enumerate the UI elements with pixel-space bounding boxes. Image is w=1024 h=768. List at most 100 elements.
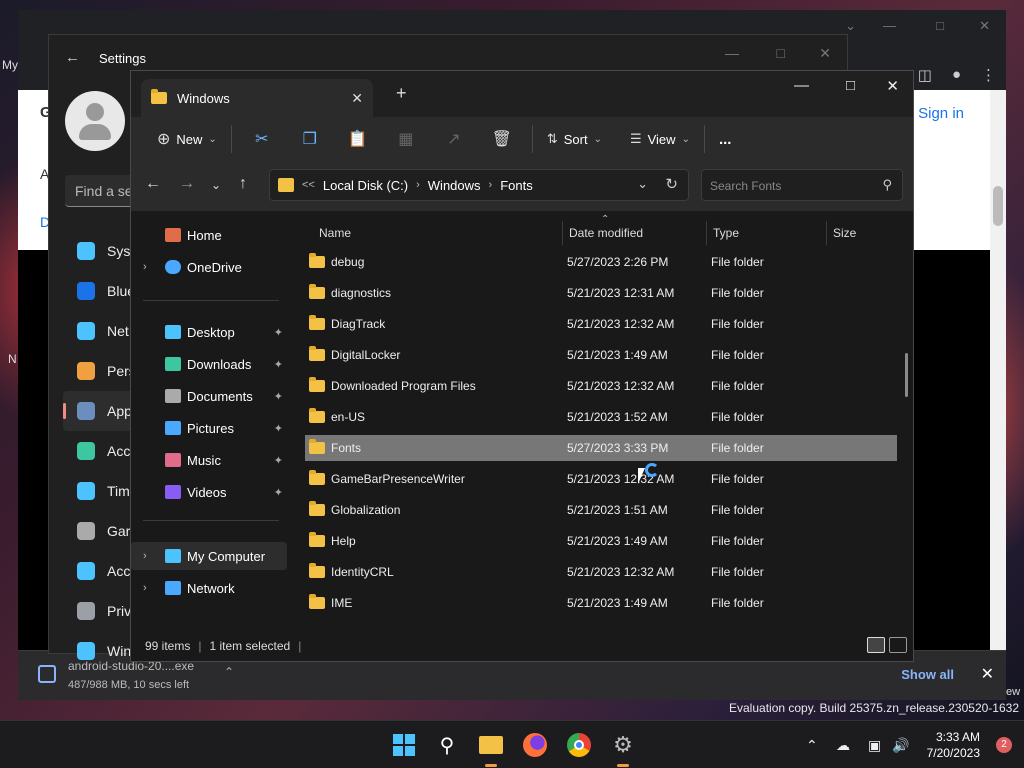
network-off-icon[interactable]: ☁ [836, 737, 850, 754]
tab-close-icon[interactable]: ✕ [351, 90, 363, 107]
more-options-button[interactable]: ... [711, 123, 740, 155]
delete-icon[interactable]: 🗑 [478, 129, 526, 149]
browser-close-button[interactable]: ✕ [979, 18, 990, 34]
pin-icon[interactable]: ✦ [274, 486, 283, 499]
table-row[interactable]: debug 5/27/2023 2:26 PM File folder [305, 249, 897, 275]
settings-maximize-button[interactable]: □ [777, 45, 785, 61]
start-button[interactable] [390, 731, 418, 759]
address-dropdown-icon[interactable]: ⌄ [637, 176, 648, 192]
file-explorer-window[interactable]: Windows ✕ + — □ ✕ ⊕ New ⌄ ✂ ❐ 📋 ▦ ↗ 🗑 ⇅ … [130, 70, 914, 662]
settings-taskbar-icon[interactable]: ⚙ [609, 731, 637, 767]
nav-item-my-computer[interactable]: › My Computer [131, 542, 287, 570]
file-name: diagnostics [331, 286, 392, 300]
explorer-close-button[interactable]: ✕ [886, 77, 899, 95]
notification-badge[interactable]: 2 [996, 737, 1012, 753]
nav-item-music[interactable]: Music ✦ [131, 446, 287, 474]
nav-item-downloads[interactable]: Downloads ✦ [131, 350, 287, 378]
back-arrow-icon[interactable]: ← [65, 49, 80, 66]
table-row[interactable]: Fonts 5/27/2023 3:33 PM File folder [305, 435, 897, 461]
column-header-size[interactable]: Size [827, 221, 897, 245]
date-modified-cell: 5/21/2023 1:51 AM [567, 503, 668, 517]
nav-item-onedrive[interactable]: › OneDrive [131, 253, 287, 281]
chrome-taskbar-icon[interactable] [565, 731, 593, 759]
settings-minimize-button[interactable]: — [725, 45, 739, 61]
table-row[interactable]: Downloaded Program Files 5/21/2023 12:32 … [305, 373, 897, 399]
refresh-icon[interactable]: ↻ [665, 175, 678, 193]
pin-icon[interactable]: ✦ [274, 358, 283, 371]
table-row[interactable]: IME 5/21/2023 1:49 AM File folder [305, 590, 897, 616]
pin-icon[interactable]: ✦ [274, 326, 283, 339]
avatar[interactable] [65, 91, 125, 151]
breadcrumb-item[interactable]: Windows [428, 178, 481, 193]
explorer-maximize-button[interactable]: □ [846, 77, 855, 94]
firefox-taskbar-icon[interactable] [521, 731, 549, 759]
show-all-button[interactable]: Show all [901, 667, 954, 682]
pin-icon[interactable]: ✦ [274, 454, 283, 467]
sort-button[interactable]: ⇅ Sort ⌄ [539, 123, 610, 155]
nav-item-home[interactable]: Home [131, 221, 287, 249]
breadcrumb-item[interactable]: Fonts [500, 178, 533, 193]
table-row[interactable]: DigitalLocker 5/21/2023 1:49 AM File folde… [305, 342, 897, 368]
copy-icon[interactable]: ❐ [286, 129, 334, 149]
nav-item-pictures[interactable]: Pictures ✦ [131, 414, 287, 442]
show-hidden-icons-icon[interactable]: ⌃ [806, 737, 818, 754]
download-chevron-icon[interactable]: ⌃ [224, 665, 234, 679]
browser-scrollbar[interactable] [990, 90, 1006, 650]
column-header-name[interactable]: Name [313, 221, 563, 245]
chevron-right-icon[interactable]: › [143, 261, 147, 273]
nav-item-documents[interactable]: Documents ✦ [131, 382, 287, 410]
search-taskbar-icon[interactable]: ⚲ [433, 731, 461, 759]
chevron-right-icon[interactable]: › [143, 550, 147, 562]
explorer-minimize-button[interactable]: — [794, 77, 809, 94]
new-button[interactable]: ⊕ New ⌄ [149, 123, 225, 155]
share-icon[interactable]: ↗ [430, 129, 478, 149]
nav-item-network[interactable]: › Network [131, 574, 287, 602]
pin-icon[interactable]: ✦ [274, 422, 283, 435]
details-view-icon[interactable] [867, 637, 885, 653]
browser-chevron-icon[interactable]: ⌄ [845, 18, 856, 34]
pin-icon[interactable]: ✦ [274, 390, 283, 403]
file-name-cell: GameBarPresenceWriter [305, 470, 563, 486]
settings-close-button[interactable]: ✕ [819, 45, 831, 62]
sidebar-icon[interactable]: ◫ [918, 66, 932, 84]
download-bar-close-icon[interactable]: ✕ [981, 664, 994, 684]
table-row[interactable]: diagnostics 5/21/2023 12:31 AM File folder [305, 280, 897, 306]
vertical-scroll-thumb[interactable] [905, 353, 908, 397]
search-input[interactable]: Search Fonts ⚲ [701, 169, 903, 201]
table-row[interactable]: en-US 5/21/2023 1:52 AM File folder [305, 404, 897, 430]
address-bar[interactable]: << Local Disk (C:) › Windows › Fonts ⌄ ↻ [269, 169, 689, 201]
forward-icon[interactable]: → [179, 175, 195, 193]
file-explorer-taskbar-icon[interactable] [477, 731, 505, 767]
recent-locations-icon[interactable]: ⌄ [211, 178, 221, 192]
menu-dots-icon[interactable]: ⋮ [981, 66, 996, 84]
sign-in-link[interactable]: Sign in [918, 105, 964, 122]
browser-minimize-button[interactable]: — [883, 18, 896, 33]
paste-icon[interactable]: 📋 [334, 129, 382, 149]
table-row[interactable]: Help 5/21/2023 1:49 AM File folder [305, 528, 897, 554]
profile-icon[interactable]: ● [952, 66, 961, 84]
table-row[interactable]: DiagTrack 5/21/2023 12:32 AM File folder [305, 311, 897, 337]
column-header-type[interactable]: Type [707, 221, 827, 245]
back-icon[interactable]: ← [145, 175, 161, 193]
display-icon[interactable]: ▣ [868, 737, 881, 754]
breadcrumb-item[interactable]: Local Disk (C:) [323, 178, 408, 193]
nav-item-desktop[interactable]: Desktop ✦ [131, 318, 287, 346]
tab-windows[interactable]: Windows ✕ [141, 79, 373, 117]
volume-icon[interactable]: 🔊 [892, 737, 909, 754]
table-row[interactable]: GameBarPresenceWriter 5/21/2023 12:32 AM F… [305, 466, 897, 492]
clock[interactable]: 3:33 AM 7/20/2023 [927, 729, 980, 761]
browser-maximize-button[interactable]: □ [936, 18, 944, 33]
table-row[interactable]: IdentityCRL 5/21/2023 12:32 AM File folder [305, 559, 897, 585]
column-header-date[interactable]: Date modified [563, 221, 707, 245]
cut-icon[interactable]: ✂ [238, 129, 286, 149]
view-button[interactable]: ☰ View ⌄ [622, 123, 698, 155]
rename-icon[interactable]: ▦ [382, 129, 430, 149]
breadcrumb-overflow[interactable]: << [302, 179, 315, 191]
tiles-view-icon[interactable] [889, 637, 907, 653]
new-tab-button[interactable]: + [396, 83, 407, 104]
table-row[interactable]: Globalization 5/21/2023 1:51 AM File folde… [305, 497, 897, 523]
up-icon[interactable]: ↑ [239, 175, 247, 193]
nav-item-videos[interactable]: Videos ✦ [131, 478, 287, 506]
chevron-right-icon[interactable]: › [143, 582, 147, 594]
browser-scroll-thumb[interactable] [993, 186, 1003, 226]
